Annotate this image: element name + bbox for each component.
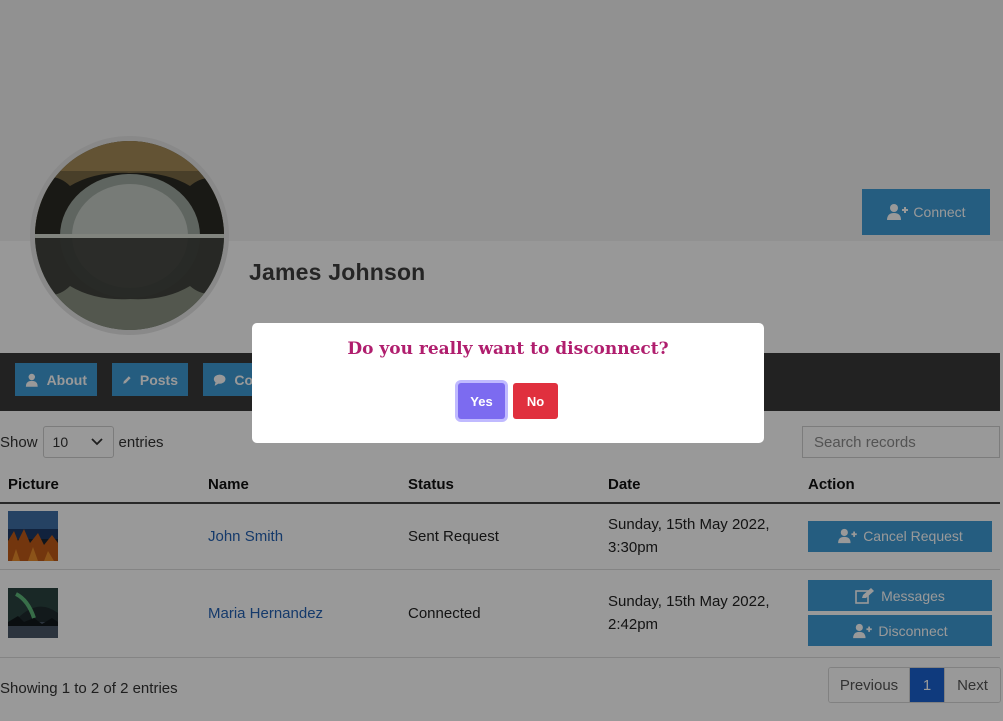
disconnect-confirm-dialog: Do you really want to disconnect? Yes No: [252, 323, 764, 443]
yes-button[interactable]: Yes: [458, 383, 505, 419]
dialog-question: Do you really want to disconnect?: [347, 339, 669, 359]
no-button[interactable]: No: [513, 383, 558, 419]
